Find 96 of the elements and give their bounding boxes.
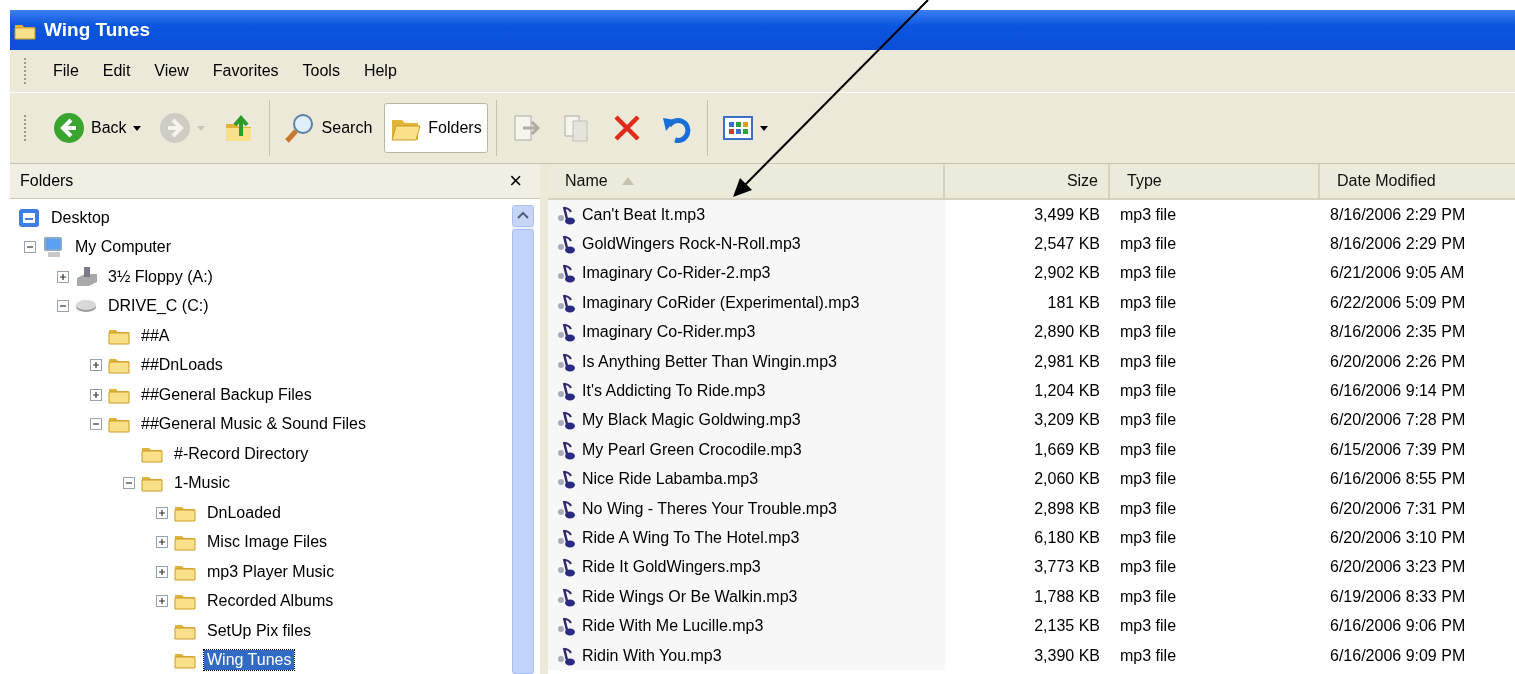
table-cell: 2,135 KB [1034,617,1100,636]
table-cell: mp3 file [1120,646,1177,665]
table-cell: 2,981 KB [1034,352,1100,371]
tree-item[interactable]: Wing Tunes [204,650,295,671]
menu-item[interactable]: View [144,59,199,83]
menu-item[interactable]: File [43,59,89,83]
table-cell: mp3 file [1120,411,1177,430]
expand-icon[interactable] [90,359,102,372]
table-cell: 6/20/2006 7:31 PM [1330,499,1466,518]
tree-item[interactable]: ##General Music & Sound Files [138,414,369,435]
desktop-icon [18,206,42,229]
table-cell: mp3 file [1120,264,1177,283]
table-cell: 2,890 KB [1034,323,1100,342]
table-cell: 8/16/2006 2:29 PM [1330,235,1466,254]
column-header[interactable]: Type [1110,164,1320,198]
menu-item[interactable]: Tools [292,59,350,83]
table-cell: 6/16/2006 9:14 PM [1330,382,1466,401]
expand-icon[interactable] [156,595,168,608]
expand-icon[interactable] [156,565,168,578]
tree-item[interactable]: Recorded Albums [204,591,337,612]
tree-item[interactable]: ##General Backup Files [138,384,315,405]
table-cell: 1,669 KB [1034,440,1100,459]
column-header[interactable]: Date Modified [1320,164,1515,198]
scroll-up-button[interactable] [512,205,534,227]
file-name[interactable]: Can't Beat It.mp3 [582,205,706,224]
pane-title: Folders [20,172,74,190]
tree-item[interactable]: ##A [138,325,173,346]
tree-item[interactable]: DRIVE_C (C:) [105,296,212,317]
floppy-drive-icon [75,265,99,288]
table-cell: 6/21/2006 9:05 AM [1330,264,1465,283]
expand-icon[interactable] [156,536,168,549]
table-cell: 6,180 KB [1034,529,1100,547]
table-cell: 6/16/2006 8:55 PM [1330,470,1466,489]
table-cell: 6/15/2006 7:39 PM [1330,440,1466,459]
table-cell: 8/16/2006 2:29 PM [1330,205,1466,224]
table-cell: 6/20/2006 3:23 PM [1330,558,1466,577]
expand-icon[interactable] [90,388,102,401]
menu-item[interactable]: Edit [92,59,141,83]
tree-item[interactable]: ##DnLoads [138,355,226,376]
table-cell: 6/16/2006 9:09 PM [1330,646,1466,665]
table-cell: mp3 file [1120,205,1177,224]
table-cell: mp3 file [1120,617,1177,636]
tree-item[interactable]: DnLoaded [204,502,284,523]
tree-item[interactable]: SetUp Pix files [204,620,315,641]
tree-item[interactable]: #-Record Directory [171,443,312,464]
collapse-icon[interactable] [123,477,135,490]
table-cell: 6/19/2006 8:33 PM [1330,587,1466,606]
tree-item[interactable]: Desktop [48,207,113,228]
table-cell: 3,773 KB [1034,558,1100,577]
tree-item[interactable]: My Computer [72,237,175,258]
collapse-icon[interactable] [90,418,102,431]
back-button[interactable]: Back [47,103,147,153]
table-cell: 1,788 KB [1034,587,1100,606]
tree-item[interactable]: mp3 Player Music [204,561,338,582]
table-cell: mp3 file [1120,293,1177,312]
table-cell: mp3 file [1120,352,1177,371]
table-cell: 1,204 KB [1034,382,1100,401]
table-cell: 3,499 KB [1034,205,1100,224]
table-cell: mp3 file [1120,470,1177,489]
table-cell: mp3 file [1120,323,1177,342]
table-cell: 6/20/2006 3:10 PM [1330,529,1466,547]
close-button[interactable]: × [509,168,522,194]
table-cell: 8/16/2006 2:35 PM [1330,323,1466,342]
menu-item[interactable]: Help [353,59,407,83]
expand-icon[interactable] [57,270,69,283]
tree-item[interactable]: 1-Music [171,473,233,494]
table-cell: 181 KB [1047,293,1100,312]
tree-item[interactable]: Misc Image Files [204,532,331,553]
table-cell: mp3 file [1120,587,1177,606]
table-cell: 2,898 KB [1034,499,1100,518]
table-cell: mp3 file [1120,235,1177,254]
sort-arrow-icon [621,177,634,185]
collapse-icon[interactable] [24,241,36,254]
search-button[interactable]: Search [277,103,379,153]
search-icon [283,112,316,144]
table-cell: mp3 file [1120,382,1177,401]
column-header[interactable]: Size [945,164,1110,198]
table-cell: 2,902 KB [1034,264,1100,283]
table-cell: 3,390 KB [1034,646,1100,665]
table-cell: 6/22/2006 5:09 PM [1330,293,1466,312]
table-cell: mp3 file [1120,558,1177,577]
window-title: Wing Tunes [44,19,151,41]
table-cell: 6/20/2006 7:28 PM [1330,411,1466,430]
expand-icon[interactable] [156,506,168,519]
folders-button[interactable]: Folders [384,103,488,153]
table-cell: mp3 file [1120,440,1177,459]
table-cell: 6/20/2006 2:26 PM [1330,352,1466,371]
collapse-icon[interactable] [57,300,69,313]
tree-item[interactable]: 3½ Floppy (A:) [105,266,216,287]
table-cell: 2,547 KB [1034,235,1100,254]
table-cell: mp3 file [1120,499,1177,518]
table-cell: mp3 file [1120,529,1177,547]
table-cell: 3,209 KB [1034,411,1100,430]
table-cell: 2,060 KB [1034,470,1100,489]
table-cell: 6/16/2006 9:06 PM [1330,617,1466,636]
menu-item[interactable]: Favorites [202,59,289,83]
